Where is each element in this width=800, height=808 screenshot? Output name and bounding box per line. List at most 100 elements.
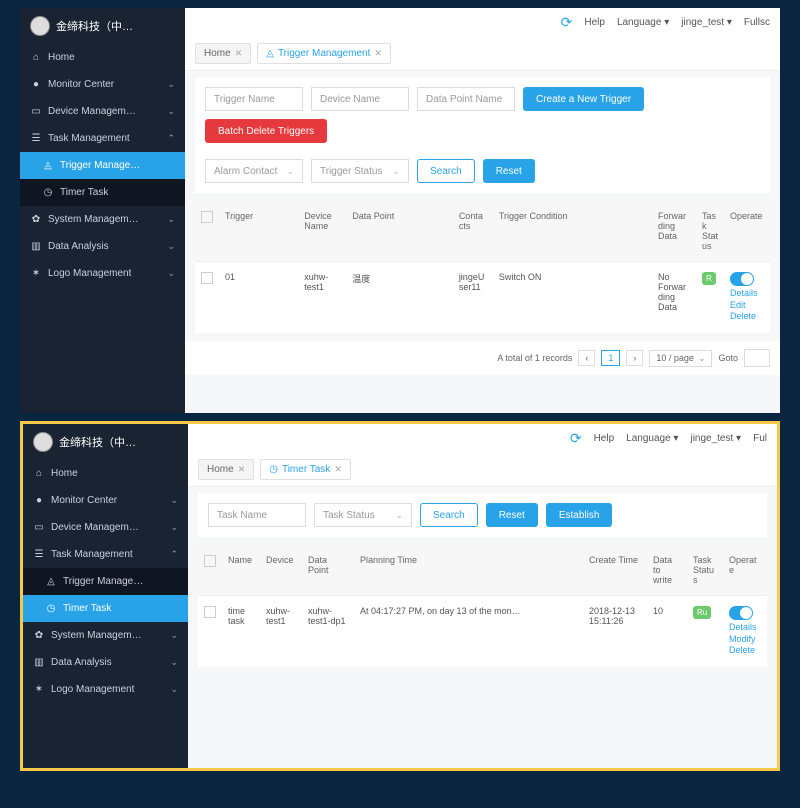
nav-task[interactable]: ☰Task Management⌃ (20, 125, 185, 152)
nav-monitor[interactable]: ●Monitor Center⌄ (23, 487, 188, 514)
cell-condition: Switch ON (493, 262, 652, 334)
nav-task[interactable]: ☰Task Management⌃ (23, 541, 188, 568)
close-icon[interactable]: ✕ (235, 48, 243, 59)
main: ⟳ Help Language ▾ jinge_test ▾ Ful Home✕… (188, 424, 777, 768)
nav-trigger[interactable]: ◬Trigger Manage… (20, 152, 185, 179)
row-toggle[interactable] (729, 606, 753, 620)
chevron-down-icon: ⌄ (170, 657, 178, 668)
cell-datapoint: xuhw-test1-dp1 (302, 596, 354, 668)
tab-trigger-label: Trigger Management (278, 48, 370, 59)
pager-goto-input[interactable] (744, 349, 770, 367)
pager-total: A total of 1 records (497, 353, 572, 363)
chevron-down-icon: ⌄ (170, 495, 178, 506)
tab-trigger[interactable]: ◬Trigger Management✕ (257, 43, 391, 64)
nav-home[interactable]: ⌂Home (23, 460, 188, 487)
nav-monitor-label: Monitor Center (48, 79, 114, 90)
cell-datawrite: 10 (647, 596, 687, 668)
topbar: ⟳ Help Language ▾ jinge_test ▾ Fullsc (185, 8, 780, 37)
tabs: Home✕ ◷Timer Task✕ (188, 453, 777, 487)
fullscreen-link[interactable]: Ful (753, 433, 767, 444)
trigger-name-input[interactable]: Trigger Name (205, 87, 303, 111)
nav-home[interactable]: ⌂Home (20, 44, 185, 71)
details-link[interactable]: Details (729, 622, 761, 634)
reset-button[interactable]: Reset (483, 159, 535, 183)
data-point-input[interactable]: Data Point Name (417, 87, 515, 111)
row-toggle[interactable] (730, 272, 754, 286)
search-button[interactable]: Search (420, 503, 478, 527)
col-planning: Planning Time (354, 545, 583, 596)
batch-delete-button[interactable]: Batch Delete Triggers (205, 119, 327, 143)
chevron-down-icon: ⌄ (286, 166, 294, 177)
col-datapoint: Data Point (346, 201, 453, 262)
alarm-contact-select[interactable]: Alarm Contact⌄ (205, 159, 303, 183)
establish-button[interactable]: Establish (546, 503, 613, 527)
nav-data-label: Data Analysis (48, 241, 109, 252)
tab-home[interactable]: Home✕ (198, 459, 254, 480)
pager-next[interactable]: › (626, 350, 643, 366)
select-all-checkbox[interactable] (204, 555, 216, 567)
user-dropdown[interactable]: jinge_test ▾ (690, 433, 741, 444)
tab-home[interactable]: Home✕ (195, 43, 251, 64)
task-name-input[interactable]: Task Name (208, 503, 306, 527)
create-trigger-button[interactable]: Create a New Trigger (523, 87, 644, 111)
tabs: Home✕ ◬Trigger Management✕ (185, 37, 780, 71)
col-operate: Operate (723, 545, 767, 596)
nav-device[interactable]: ▭Device Managem…⌄ (23, 514, 188, 541)
help-link[interactable]: Help (584, 17, 605, 28)
pager-page[interactable]: 1 (601, 350, 620, 366)
nav-timer-label: Timer Task (60, 187, 108, 198)
fullscreen-link[interactable]: Fullsc (744, 17, 770, 28)
nav-data[interactable]: ▥Data Analysis⌄ (20, 233, 185, 260)
reset-button[interactable]: Reset (486, 503, 538, 527)
chevron-down-icon: ⌄ (170, 630, 178, 641)
nav-device[interactable]: ▭Device Managem…⌄ (20, 98, 185, 125)
chevron-down-icon: ⌄ (392, 166, 400, 177)
pager-size-select[interactable]: 10 / page⌄ (649, 350, 712, 367)
language-dropdown[interactable]: Language ▾ (626, 433, 678, 444)
col-create: Create Time (583, 545, 647, 596)
modify-link[interactable]: Modify (729, 634, 761, 646)
device-name-input[interactable]: Device Name (311, 87, 409, 111)
close-icon[interactable]: ✕ (334, 464, 342, 475)
timer-icon: ◷ (45, 603, 57, 614)
details-link[interactable]: Details (730, 288, 764, 300)
col-status: Task Status (687, 545, 723, 596)
search-button[interactable]: Search (417, 159, 475, 183)
trigger-status-select[interactable]: Trigger Status⌄ (311, 159, 409, 183)
task-status-select[interactable]: Task Status⌄ (314, 503, 412, 527)
close-icon[interactable]: ✕ (374, 48, 382, 59)
nav-data[interactable]: ▥Data Analysis⌄ (23, 649, 188, 676)
cell-forwarding: No Forwarding Data (652, 262, 696, 334)
table-row: 01 xuhw-test1 温度 jingeUser11 Switch ON N… (195, 262, 770, 334)
home-icon: ⌂ (30, 52, 42, 63)
topbar: ⟳ Help Language ▾ jinge_test ▾ Ful (188, 424, 777, 453)
table-header-row: Name Device Data Point Planning Time Cre… (198, 545, 767, 596)
delete-link[interactable]: Delete (730, 311, 764, 323)
nav-logo[interactable]: ✶Logo Management⌄ (23, 676, 188, 703)
nav-device-label: Device Managem… (48, 106, 136, 117)
nav-timer[interactable]: ◷Timer Task (23, 595, 188, 622)
col-device: Device (260, 545, 302, 596)
refresh-icon[interactable]: ⟳ (570, 430, 582, 447)
select-all-checkbox[interactable] (201, 211, 213, 223)
nav-trigger[interactable]: ◬Trigger Manage… (23, 568, 188, 595)
help-link[interactable]: Help (594, 433, 615, 444)
brand-avatar (33, 432, 53, 452)
row-checkbox[interactable] (201, 272, 213, 284)
edit-link[interactable]: Edit (730, 300, 764, 312)
row-checkbox[interactable] (204, 606, 216, 618)
language-dropdown[interactable]: Language ▾ (617, 17, 669, 28)
user-dropdown[interactable]: jinge_test ▾ (681, 17, 732, 28)
close-icon[interactable]: ✕ (238, 464, 246, 475)
nav-system[interactable]: ✿System Managem…⌄ (23, 622, 188, 649)
tab-timer[interactable]: ◷Timer Task✕ (260, 459, 351, 480)
pager-prev[interactable]: ‹ (578, 350, 595, 366)
nav-system[interactable]: ✿System Managem…⌄ (20, 206, 185, 233)
cell-device: xuhw-test1 (260, 596, 302, 668)
task-icon: ☰ (30, 133, 42, 144)
nav-monitor[interactable]: ●Monitor Center⌄ (20, 71, 185, 98)
refresh-icon[interactable]: ⟳ (561, 14, 573, 31)
nav-timer[interactable]: ◷Timer Task (20, 179, 185, 206)
delete-link[interactable]: Delete (729, 645, 761, 657)
nav-logo[interactable]: ✶Logo Management⌄ (20, 260, 185, 287)
